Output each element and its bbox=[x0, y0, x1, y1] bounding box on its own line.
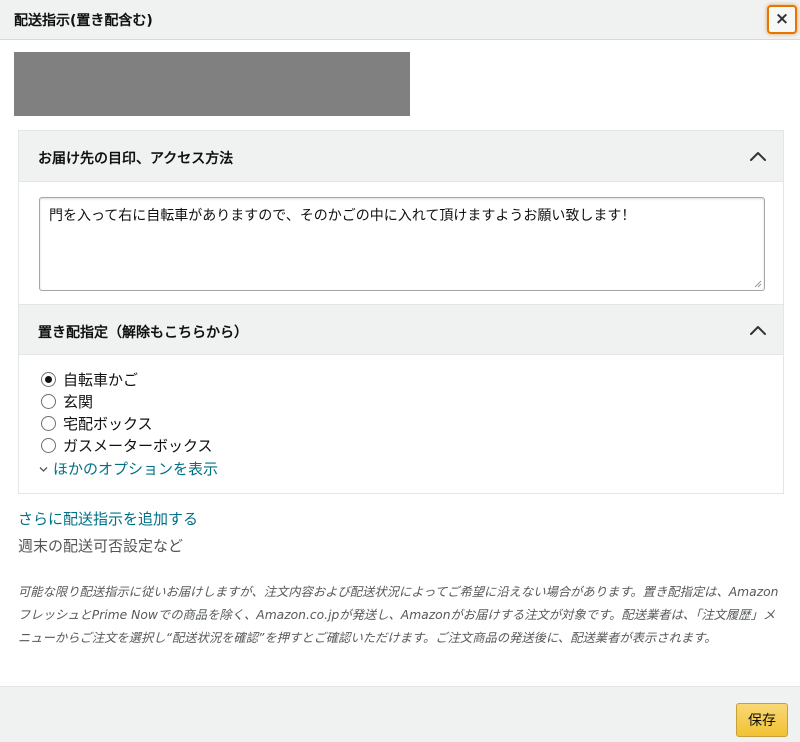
close-icon: × bbox=[774, 9, 790, 29]
landmark-section-header[interactable]: お届け先の目印、アクセス方法 bbox=[19, 131, 783, 182]
landmark-section-title: お届け先の目印、アクセス方法 bbox=[38, 151, 234, 167]
placement-option-label: 玄関 bbox=[63, 392, 94, 411]
dialog-footer: 保存 bbox=[0, 686, 800, 742]
add-delivery-instruction-link[interactable]: さらに配送指示を追加する bbox=[18, 508, 198, 529]
dialog-title: 配送指示(置き配含む) bbox=[14, 13, 153, 29]
access-note-textarea[interactable]: 門を入って右に自転車がありますので、そのかごの中に入れて頂けますようお願い致しま… bbox=[39, 197, 765, 291]
delivery-disclaimer: 可能な限り配送指示に従いお届けしますが、注文内容および配送状況によってご希望に沿… bbox=[18, 585, 779, 645]
chevron-down-icon bbox=[39, 467, 48, 472]
show-more-options-link[interactable]: ほかのオプションを表示 bbox=[39, 458, 218, 479]
save-button[interactable]: 保存 bbox=[736, 703, 788, 737]
placement-option-bicycle-basket[interactable]: 自転車かご bbox=[41, 368, 213, 390]
chevron-up-icon[interactable] bbox=[749, 149, 767, 163]
placement-options: 自転車かご 玄関 宅配ボックス ガスメーターボックス bbox=[41, 368, 213, 456]
close-button[interactable]: × bbox=[767, 5, 797, 34]
placement-option-delivery-box[interactable]: 宅配ボックス bbox=[41, 412, 213, 434]
placement-section-title: 置き配指定（解除もこちらから） bbox=[38, 325, 248, 341]
radio-unselected-icon[interactable] bbox=[41, 437, 56, 453]
access-note-text: 門を入って右に自転車がありますので、そのかごの中に入れて頂けますようお願い致しま… bbox=[49, 208, 636, 224]
resize-grip-icon[interactable] bbox=[752, 278, 762, 288]
placement-option-label: 自転車かご bbox=[63, 370, 139, 389]
chevron-up-icon[interactable] bbox=[749, 323, 767, 337]
radio-unselected-icon[interactable] bbox=[41, 393, 56, 409]
dialog-header: 配送指示(置き配含む) × bbox=[0, 0, 800, 40]
show-more-options-label: ほかのオプションを表示 bbox=[53, 460, 219, 478]
placement-option-label: ガスメーターボックス bbox=[63, 436, 213, 455]
placement-option-entrance[interactable]: 玄関 bbox=[41, 390, 213, 412]
weekend-settings-text: 週末の配送可否設定など bbox=[18, 537, 184, 555]
radio-selected-icon[interactable] bbox=[41, 371, 56, 387]
redacted-address-block bbox=[14, 52, 410, 116]
placement-option-label: 宅配ボックス bbox=[63, 414, 153, 433]
radio-unselected-icon[interactable] bbox=[41, 415, 56, 431]
placement-section-header[interactable]: 置き配指定（解除もこちらから） bbox=[19, 304, 783, 355]
placement-option-gas-meter-box[interactable]: ガスメーターボックス bbox=[41, 434, 213, 456]
instructions-panel: お届け先の目印、アクセス方法 門を入って右に自転車がありますので、そのかごの中に… bbox=[18, 130, 784, 494]
